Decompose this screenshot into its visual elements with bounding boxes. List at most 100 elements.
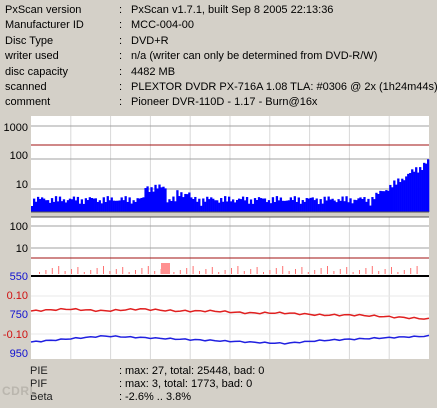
pie-bar bbox=[84, 198, 88, 212]
pie-bar bbox=[144, 188, 147, 212]
pie-bar bbox=[228, 196, 231, 212]
pie-bar bbox=[180, 192, 183, 212]
pie-bar bbox=[78, 203, 82, 212]
pie-bar bbox=[395, 184, 398, 212]
pif-bar bbox=[179, 270, 181, 274]
pie-bar bbox=[52, 201, 56, 212]
pif-bar bbox=[275, 268, 277, 274]
pie-bar bbox=[82, 203, 86, 212]
pif-bar bbox=[410, 268, 412, 274]
pif-bar bbox=[365, 268, 367, 274]
pie-bar bbox=[383, 191, 386, 212]
pie-bar bbox=[387, 190, 390, 212]
pif-bar bbox=[109, 271, 111, 274]
pie-bar bbox=[413, 171, 416, 212]
pie-bar bbox=[375, 192, 378, 212]
pie-bar bbox=[407, 173, 410, 212]
pif-bar bbox=[391, 267, 392, 274]
pif-bar bbox=[211, 267, 213, 274]
stat-label: PIE bbox=[30, 365, 48, 377]
info-value: DVD+R bbox=[131, 35, 169, 47]
pie-bar bbox=[261, 198, 265, 212]
info-row: scanned : PLEXTOR DVDR PX-716A 1.08 TLA:… bbox=[0, 80, 437, 95]
pif-bar bbox=[269, 270, 271, 274]
pie-bar bbox=[337, 199, 340, 212]
info-value: 4482 MB bbox=[131, 66, 176, 78]
pie-bar bbox=[192, 198, 195, 212]
pie-bar bbox=[285, 200, 289, 212]
pie-bar bbox=[293, 196, 296, 212]
pif-bar bbox=[301, 267, 303, 274]
pie-bar bbox=[132, 200, 135, 212]
pie-bar bbox=[251, 203, 255, 212]
pie-bar bbox=[140, 197, 143, 212]
info-value: MCC-004-00 bbox=[131, 19, 194, 31]
pie-bar bbox=[152, 191, 155, 212]
pie-bar bbox=[329, 199, 332, 212]
pie-bar bbox=[154, 184, 157, 212]
pie-bar bbox=[393, 180, 396, 212]
pie-bar bbox=[303, 201, 306, 212]
pie-bar bbox=[323, 196, 326, 212]
pif-bar bbox=[250, 269, 252, 274]
pie-bar bbox=[273, 202, 277, 212]
pif-bar bbox=[288, 271, 290, 274]
pie-bar bbox=[200, 205, 203, 212]
pie-bar bbox=[295, 201, 298, 212]
pie-bar bbox=[130, 203, 133, 212]
pie-bar bbox=[389, 184, 392, 212]
pie-bar bbox=[68, 198, 72, 212]
pie-bar bbox=[46, 200, 50, 212]
pif-bar bbox=[320, 268, 322, 274]
pie-bar bbox=[86, 200, 90, 212]
pie-bar bbox=[403, 180, 406, 212]
stat-value: -2.6% .. 3.8% bbox=[125, 391, 192, 403]
pie-bar bbox=[391, 187, 394, 212]
pie-bar bbox=[425, 163, 428, 212]
pie-bar bbox=[88, 197, 91, 212]
pie-bar bbox=[321, 203, 324, 212]
pie-bar bbox=[98, 200, 101, 212]
pie-bar bbox=[220, 198, 223, 212]
pie-bar bbox=[188, 192, 191, 212]
pie-bar bbox=[245, 197, 249, 212]
pie-bar bbox=[289, 197, 292, 212]
watermark-logo: CDRL bbox=[2, 384, 38, 398]
pie-bar bbox=[275, 196, 279, 212]
pie-bar bbox=[38, 199, 42, 212]
pie-bar bbox=[417, 172, 420, 212]
pif-bar bbox=[231, 268, 232, 274]
pie-bar bbox=[40, 197, 44, 212]
pie-bar bbox=[301, 200, 304, 212]
pie-bar bbox=[36, 196, 40, 212]
info-label: Disc Type bbox=[5, 35, 54, 47]
pie-bar bbox=[283, 200, 287, 212]
info-label: writer used bbox=[5, 50, 59, 62]
pie-bar bbox=[373, 199, 376, 212]
pie-bar bbox=[64, 202, 68, 212]
pie-bar bbox=[419, 167, 422, 212]
pie-bar bbox=[243, 200, 247, 212]
pie-bar bbox=[58, 196, 62, 212]
pie-bar bbox=[202, 198, 205, 212]
pie-bar bbox=[241, 196, 245, 212]
info-label: PxScan version bbox=[5, 4, 82, 16]
pie-bar bbox=[198, 198, 201, 212]
pie-bar bbox=[96, 202, 99, 212]
pie-bar bbox=[355, 200, 358, 212]
pie-bar bbox=[102, 197, 105, 212]
pie-bar bbox=[327, 196, 330, 212]
pie-bar bbox=[379, 190, 382, 212]
pie-bar bbox=[319, 199, 322, 212]
pie-bar bbox=[397, 178, 400, 212]
pif-bar bbox=[64, 271, 66, 274]
stat-row: PIE : max: 27, total: 25448, bad: 0 bbox=[0, 365, 437, 378]
pif-bar bbox=[161, 263, 170, 274]
info-label: comment bbox=[5, 96, 51, 108]
pie-bar bbox=[423, 162, 426, 212]
pie-bar bbox=[164, 188, 167, 212]
pie-bar bbox=[399, 182, 402, 212]
info-value: PxScan v1.7.1, built Sep 8 2005 22:13:36 bbox=[131, 4, 334, 16]
pie-bar bbox=[104, 201, 107, 212]
pif-bar bbox=[71, 269, 72, 274]
